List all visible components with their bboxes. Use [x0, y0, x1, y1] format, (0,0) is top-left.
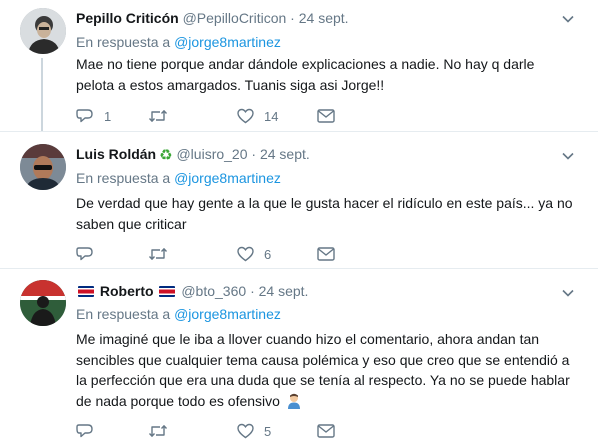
like-count: 14 [264, 108, 279, 124]
retweet-button[interactable] [148, 244, 178, 264]
chevron-down-icon[interactable] [561, 12, 575, 26]
display-name[interactable]: Pepillo Criticón [76, 10, 179, 26]
separator: · [251, 146, 257, 162]
reply-icon [76, 247, 93, 261]
mention-link[interactable]: @jorge8martinez [174, 170, 281, 186]
man-shrugging-emoji-icon [287, 393, 300, 409]
costa-rica-flag-icon [78, 286, 94, 297]
tweet-text: De verdad que hay gente a la que le gust… [76, 195, 573, 232]
tweet-header: Roberto @bto_360 · 24 sept. [76, 282, 308, 300]
reply-button[interactable] [76, 244, 104, 264]
tweet-actions: 5 [76, 421, 346, 441]
tweet-header: Luis Roldán ♻ @luisro_20 · 24 sept. [76, 145, 310, 165]
direct-message-icon [317, 109, 335, 123]
direct-message-button[interactable] [317, 421, 335, 441]
thread-line [41, 58, 43, 131]
reply-button[interactable] [76, 421, 104, 441]
tweet-text: Me imaginé que le iba a llover cuando hi… [76, 329, 576, 411]
reply-icon [76, 109, 93, 123]
like-count: 6 [264, 246, 272, 262]
username[interactable]: @luisro_20 [176, 146, 247, 162]
tweet-roberto[interactable]: Roberto @bto_360 · 24 sept. En respuesta… [0, 269, 598, 445]
tweet-luis[interactable]: Luis Roldán ♻ @luisro_20 · 24 sept. En re… [0, 132, 598, 268]
reply-prefix: En respuesta a [76, 306, 171, 322]
direct-message-icon [317, 424, 335, 438]
reply-prefix: En respuesta a [76, 34, 171, 50]
timestamp[interactable]: 24 sept. [259, 283, 309, 299]
direct-message-icon [317, 247, 335, 261]
reply-context: En respuesta a @jorge8martinez [76, 305, 281, 323]
reply-button[interactable]: 1 [76, 106, 111, 126]
retweet-icon [148, 110, 168, 122]
chevron-down-icon[interactable] [561, 149, 575, 163]
direct-message-button[interactable] [317, 106, 335, 126]
like-button[interactable]: 6 [237, 244, 271, 264]
display-name[interactable]: Luis Roldán [76, 146, 156, 162]
timestamp[interactable]: 24 sept. [299, 10, 349, 26]
retweet-button[interactable] [148, 421, 178, 441]
retweet-icon [148, 248, 168, 260]
retweet-icon [148, 425, 168, 437]
reply-icon [76, 424, 93, 438]
avatar[interactable] [20, 280, 66, 326]
like-icon [237, 246, 254, 262]
username[interactable]: @PepilloCriticon [183, 10, 287, 26]
like-button[interactable]: 5 [237, 421, 271, 441]
tweet-actions: 1 14 [76, 106, 346, 126]
tweet-text-body: Me imaginé que le iba a llover cuando hi… [76, 331, 570, 409]
mention-link[interactable]: @jorge8martinez [174, 34, 281, 50]
avatar[interactable] [20, 144, 66, 190]
reply-context: En respuesta a @jorge8martinez [76, 33, 281, 51]
display-name[interactable]: Roberto [100, 283, 154, 299]
tweet-text: Mae no tiene porque andar dándole explic… [76, 56, 535, 93]
username[interactable]: @bto_360 [181, 283, 246, 299]
recycle-emoji-icon: ♻ [159, 147, 173, 164]
like-icon [237, 423, 254, 439]
timestamp[interactable]: 24 sept. [260, 146, 310, 162]
tweet-header: Pepillo Criticón @PepilloCriticon · 24 s… [76, 9, 349, 27]
mention-link[interactable]: @jorge8martinez [174, 306, 281, 322]
reply-count: 1 [104, 108, 112, 124]
reply-prefix: En respuesta a [76, 170, 171, 186]
separator: · [290, 10, 295, 26]
chevron-down-icon[interactable] [561, 286, 575, 300]
reply-context: En respuesta a @jorge8martinez [76, 169, 281, 187]
separator: · [250, 283, 255, 299]
tweet-pepillo[interactable]: Pepillo Criticón @PepilloCriticon · 24 s… [0, 0, 598, 131]
costa-rica-flag-icon [159, 286, 176, 297]
tweet-actions: 6 [76, 244, 346, 264]
like-count: 5 [264, 423, 272, 439]
retweet-button[interactable] [148, 106, 178, 126]
avatar[interactable] [20, 8, 66, 54]
like-button[interactable]: 14 [237, 106, 278, 126]
like-icon [237, 108, 254, 124]
direct-message-button[interactable] [317, 244, 335, 264]
